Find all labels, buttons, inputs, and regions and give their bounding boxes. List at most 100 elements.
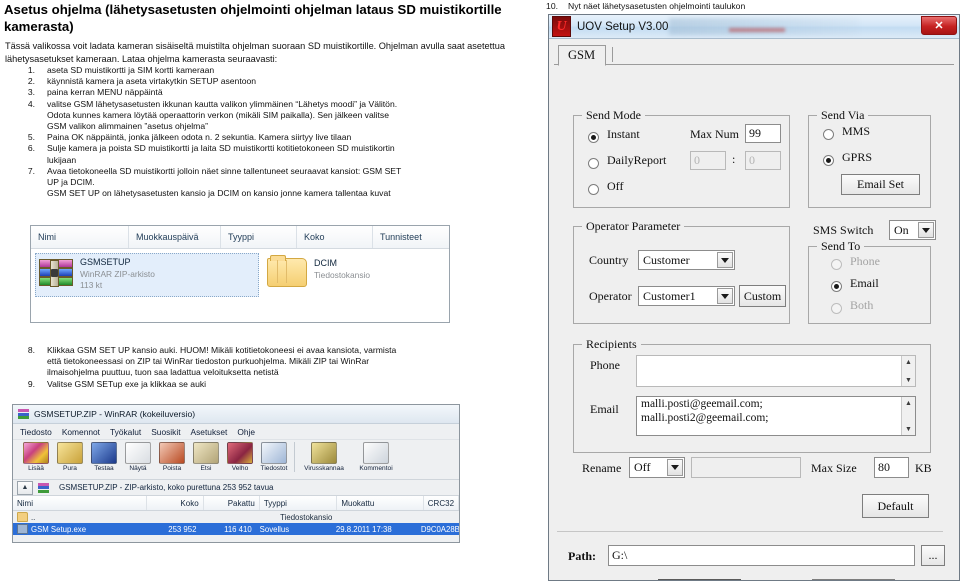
view-icon xyxy=(125,442,151,464)
radio-email[interactable] xyxy=(831,281,842,292)
rename-select[interactable]: Off xyxy=(629,457,685,478)
radio-off[interactable] xyxy=(588,184,599,195)
explorer-col-muokkauspaiva[interactable]: Muokkauspäivä xyxy=(129,226,221,248)
toolbar-button-label: Velho xyxy=(231,465,249,472)
max-size-input[interactable]: 80 xyxy=(874,457,909,478)
chevron-down-icon[interactable] xyxy=(918,222,934,238)
scroll-down-icon[interactable]: ▼ xyxy=(902,423,915,435)
info-icon xyxy=(261,442,287,464)
toolbar-button-testaa[interactable]: Testaa xyxy=(87,442,121,472)
scrollbar[interactable]: ▲ ▼ xyxy=(901,397,915,435)
winrar-title-text: GSMSETUP.ZIP - WinRAR (kokeiluversio) xyxy=(34,409,196,419)
custom-button[interactable]: Custom xyxy=(739,285,786,307)
menu-item-ohje[interactable]: Ohje xyxy=(237,427,255,437)
toolbar-button-velho[interactable]: Velho xyxy=(223,442,257,472)
menu-item-työkalut[interactable]: Työkalut xyxy=(110,427,141,437)
toolbar-button-pura[interactable]: Pura xyxy=(53,442,87,472)
label-both: Both xyxy=(850,298,874,312)
toolbar-button-lisää[interactable]: Lisää xyxy=(19,442,53,472)
list-item: 6. Sulje kamera ja poista SD muistikortti… xyxy=(5,143,535,165)
toolbar-button-virusskannaa[interactable]: Virusskannaa xyxy=(298,442,350,472)
explorer-col-tyyppi[interactable]: Tyyppi xyxy=(221,226,297,248)
caption-step-10-text: Nyt näet lähetysasetusten ohjelmointi ta… xyxy=(568,1,746,11)
winrar-col-nimi[interactable]: Nimi xyxy=(13,496,148,510)
list-item-number: 4. xyxy=(27,98,35,109)
browse-path-button[interactable]: ... xyxy=(921,545,945,566)
radio-mms[interactable] xyxy=(823,129,834,140)
explorer-col-tunnisteet[interactable]: Tunnisteet xyxy=(373,226,449,248)
file-item-dcim[interactable]: DCIM Tiedostokansio xyxy=(267,253,370,287)
menu-item-suosikit[interactable]: Suosikit xyxy=(151,427,180,437)
close-icon[interactable]: ✕ xyxy=(921,16,957,35)
list-item-continuation: GSM valikon alimmainen ”asetus ohjelma” xyxy=(47,121,208,132)
recipients-group: Recipients Phone ▲ ▼ Email malli.posti@g… xyxy=(573,337,931,453)
winrar-col-muokattu[interactable]: Muokattu xyxy=(337,496,424,510)
winrar-col-tyyppi[interactable]: Tyyppi xyxy=(260,496,338,510)
daily-hour-input[interactable]: 0 xyxy=(690,151,726,170)
list-item-number: 8. xyxy=(27,345,35,355)
email-set-button[interactable]: Email Set xyxy=(841,174,920,195)
explorer-col-koko[interactable]: Koko xyxy=(297,226,373,248)
tab-gsm[interactable]: GSM xyxy=(558,45,614,66)
menu-item-komennot[interactable]: Komennot xyxy=(62,427,100,437)
list-item-continuation: että tietokoneessasi on ZIP tai WinRar t… xyxy=(47,356,370,367)
chevron-down-icon[interactable] xyxy=(717,288,733,304)
operator-value: Customer1 xyxy=(643,288,696,303)
recipient-email-input[interactable]: malli.posti@geemail.com; malli.posti2@ge… xyxy=(636,396,916,436)
menu-item-asetukset[interactable]: Asetukset xyxy=(191,427,228,437)
list-item-number: 9. xyxy=(27,378,35,389)
path-input[interactable]: G:\ xyxy=(608,545,915,566)
toolbar-button-etsi[interactable]: Etsi xyxy=(189,442,223,472)
radio-instant[interactable] xyxy=(588,132,599,143)
scrollbar[interactable]: ▲ ▼ xyxy=(901,356,915,386)
toolbar-button-kommentoi[interactable]: Kommentoi xyxy=(350,442,402,472)
scroll-down-icon[interactable]: ▼ xyxy=(902,374,915,386)
rename-text-input[interactable] xyxy=(691,457,801,478)
radio-dailyreport[interactable] xyxy=(588,158,599,169)
zip-archive-icon xyxy=(39,259,73,289)
operator-select[interactable]: Customer1 xyxy=(638,286,735,306)
cell-text: .. xyxy=(31,512,36,522)
max-num-input[interactable]: 99 xyxy=(745,124,781,143)
list-item-text: valitse GSM lähetysasetusten ikkunan kau… xyxy=(47,99,535,133)
recipient-phone-input[interactable]: ▲ ▼ xyxy=(636,355,916,387)
chevron-down-icon[interactable] xyxy=(667,459,683,476)
list-item: 5. Paina OK näppäintä, jonka jälkeen odot… xyxy=(5,132,535,143)
list-item-text: Valitse GSM SETup exe ja klikkaa se auki xyxy=(47,378,207,389)
menu-item-tiedosto[interactable]: Tiedosto xyxy=(20,427,52,437)
file-item-gsmsetup[interactable]: GSMSETUP WinRAR ZIP-arkisto 113 kt xyxy=(35,253,259,297)
radio-phone[interactable] xyxy=(831,259,842,270)
table-row[interactable]: GSM Setup.exe 253 952 116 410 Sovellus 29.8.… xyxy=(13,523,459,535)
archive-icon xyxy=(38,482,49,493)
winrar-col-crc32[interactable]: CRC32 xyxy=(424,496,459,510)
toolbar-button-poista[interactable]: Poista xyxy=(155,442,189,472)
list-item-text: Klikkaa GSM SET UP kansio auki. HUOM! Mi… xyxy=(47,345,505,379)
toolbar-button-label: Testaa xyxy=(94,465,114,472)
file-name: GSMSETUP xyxy=(80,257,131,267)
radio-gprs[interactable] xyxy=(823,155,834,166)
daily-minute-input[interactable]: 0 xyxy=(745,151,781,170)
toolbar-button-näytä[interactable]: Näytä xyxy=(121,442,155,472)
winrar-addressbar[interactable]: ▲ GSMSETUP.ZIP - ZIP-arkisto, koko puret… xyxy=(13,480,459,496)
country-select[interactable]: Customer xyxy=(638,250,735,270)
table-row[interactable]: .. Tiedostokansio xyxy=(13,511,459,523)
send-via-title: Send Via xyxy=(817,108,869,123)
scroll-up-icon[interactable]: ▲ xyxy=(902,356,915,368)
table-cell: 253 952 xyxy=(168,524,197,534)
caption-step-10-number: 10. xyxy=(546,1,558,11)
scroll-up-icon[interactable]: ▲ xyxy=(902,397,915,409)
up-one-level-icon[interactable]: ▲ xyxy=(17,480,33,495)
explorer-col-nimi[interactable]: Nimi xyxy=(31,226,129,248)
uov-title-text: UOV Setup V3.00 xyxy=(577,20,669,33)
winrar-col-pakattu[interactable]: Pakattu xyxy=(204,496,260,510)
delete-icon xyxy=(159,442,185,464)
country-value: Customer xyxy=(643,252,690,267)
radio-both[interactable] xyxy=(831,303,842,314)
chevron-down-icon[interactable] xyxy=(717,252,733,268)
table-cell: GSM Setup.exe xyxy=(13,524,145,534)
winrar-col-koko[interactable]: Koko xyxy=(147,496,204,510)
default-button[interactable]: Default xyxy=(862,494,929,518)
toolbar-button-tiedostot[interactable]: Tiedostot xyxy=(257,442,291,472)
sms-switch-select[interactable]: On xyxy=(889,220,936,240)
find-icon xyxy=(193,442,219,464)
